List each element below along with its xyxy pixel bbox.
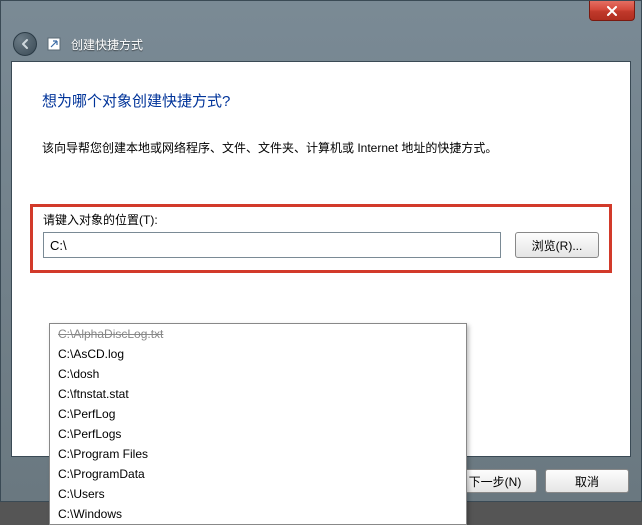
close-icon [606,6,618,16]
client-area: 想为哪个对象创建快捷方式? 该向导帮您创建本地或网络程序、文件、文件夹、计算机或… [11,61,631,457]
autocomplete-dropdown[interactable]: C:\AlphaDiscLog.txtC:\AsCD.logC:\doshC:\… [49,323,467,525]
back-button[interactable] [13,32,37,56]
shortcut-icon [47,37,61,51]
autocomplete-item[interactable]: C:\AlphaDiscLog.txt [50,324,466,344]
autocomplete-item[interactable]: C:\Users [50,484,466,504]
autocomplete-item[interactable]: C:\ProgramData [50,464,466,484]
header: 创建快捷方式 [1,29,641,59]
autocomplete-item[interactable]: C:\AsCD.log [50,344,466,364]
close-button[interactable] [589,1,635,21]
browse-button[interactable]: 浏览(R)... [515,232,599,258]
page-description: 该向导帮您创建本地或网络程序、文件、文件夹、计算机或 Internet 地址的快… [42,139,600,156]
location-highlight: 请键入对象的位置(T): 浏览(R)... [30,204,612,273]
location-label: 请键入对象的位置(T): [43,211,599,228]
autocomplete-item[interactable]: C:\Windows [50,504,466,524]
autocomplete-item[interactable]: C:\PerfLog [50,404,466,424]
location-row: 浏览(R)... [43,232,599,258]
window-title: 创建快捷方式 [71,36,143,53]
autocomplete-item[interactable]: C:\dosh [50,364,466,384]
arrow-left-icon [19,38,31,50]
autocomplete-item[interactable]: C:\PerfLogs [50,424,466,444]
autocomplete-item[interactable]: C:\Program Files [50,444,466,464]
dialog-window: 创建快捷方式 想为哪个对象创建快捷方式? 该向导帮您创建本地或网络程序、文件、文… [0,0,642,502]
cancel-button[interactable]: 取消 [545,469,629,493]
page-heading: 想为哪个对象创建快捷方式? [42,90,600,111]
title-bar [1,1,641,29]
autocomplete-item[interactable]: C:\ftnstat.stat [50,384,466,404]
dialog-footer: 下一步(N) 取消 [453,469,629,493]
location-input[interactable] [43,232,501,258]
